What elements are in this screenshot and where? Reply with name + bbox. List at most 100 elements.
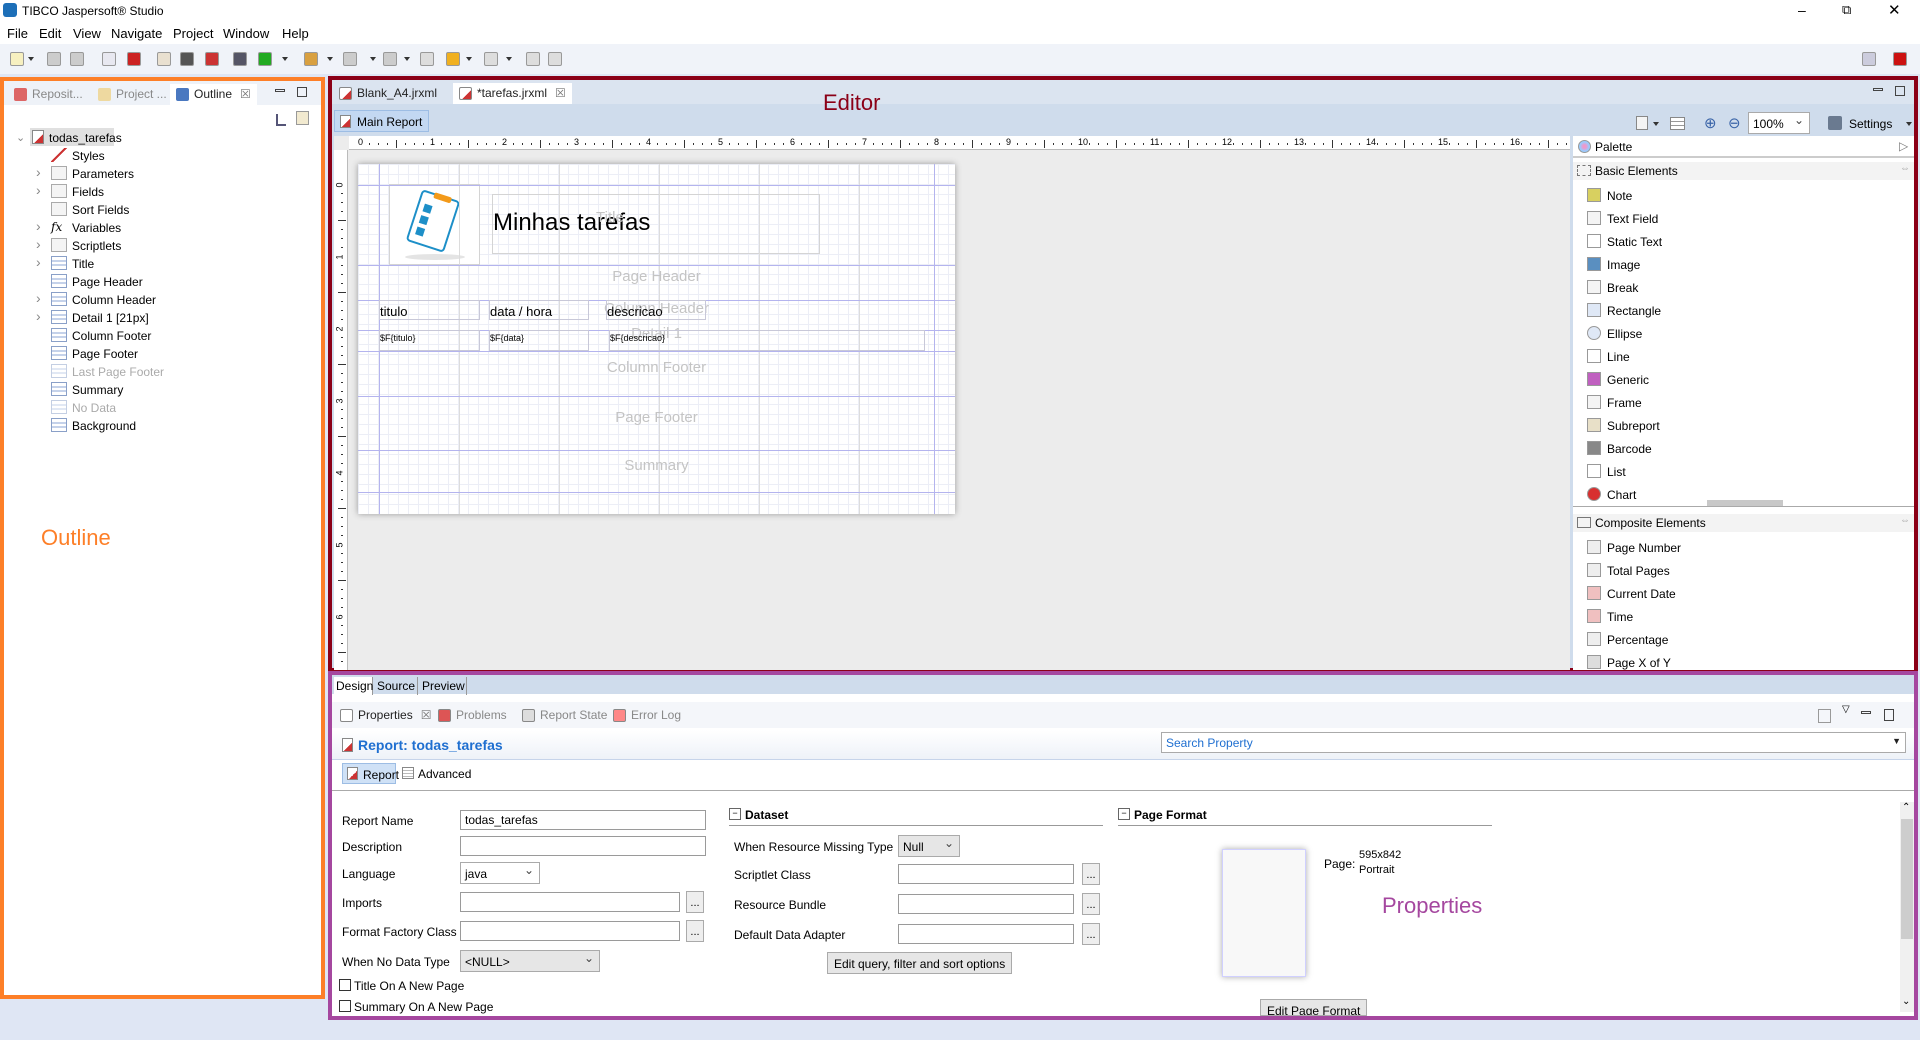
outline-tab-outline[interactable]: Outline ☒ xyxy=(170,84,257,105)
edit-query-button[interactable]: Edit query, filter and sort options xyxy=(827,952,1013,974)
imports-browse-button[interactable]: ... xyxy=(686,891,704,913)
imports-input[interactable] xyxy=(460,892,680,912)
palette-item-current-date[interactable]: Current Date xyxy=(1587,584,1887,604)
tree-item-column-footer[interactable]: Column Footer xyxy=(12,327,292,345)
menu-file[interactable]: File xyxy=(7,26,28,41)
collapse-all-icon[interactable] xyxy=(276,114,286,126)
next-annotation-icon[interactable] xyxy=(343,52,357,66)
main-report-tab[interactable]: Main Report xyxy=(334,110,430,132)
palette-collapse-icon[interactable]: ▷ xyxy=(1899,139,1908,153)
tree-item-sort-fields[interactable]: Sort Fields xyxy=(12,201,292,219)
close-tab-icon[interactable]: ☒ xyxy=(240,87,251,101)
data-adapter-input[interactable] xyxy=(898,924,1074,944)
editor-tab-blank-a4-jrxml[interactable]: Blank_A4.jrxml xyxy=(333,83,444,104)
tree-item-fields[interactable]: › Fields xyxy=(12,182,292,201)
back-nav-icon[interactable] xyxy=(446,52,460,66)
column-header-descricao[interactable]: descricao xyxy=(606,300,706,320)
outline-view-icon[interactable] xyxy=(296,111,309,125)
tree-item-detail-1-21px[interactable]: › Detail 1 [21px] xyxy=(12,308,292,327)
properties-tab-problems[interactable]: Problems xyxy=(432,705,513,726)
zoom-level-select[interactable]: 100% xyxy=(1748,112,1810,134)
chevron-right-icon[interactable]: › xyxy=(36,182,41,198)
tree-item-scriptlets[interactable]: › Scriptlets xyxy=(12,236,292,255)
palette-item-page-x-of-y[interactable]: Page X of Y xyxy=(1587,653,1887,673)
prev-annotation-icon[interactable] xyxy=(383,52,397,66)
menu-help[interactable]: Help xyxy=(282,26,309,41)
chevron-right-icon[interactable]: › xyxy=(36,218,41,234)
palette-item-rectangle[interactable]: Rectangle xyxy=(1587,301,1887,321)
new-report-icon[interactable] xyxy=(157,52,171,66)
preview-format-icon[interactable] xyxy=(1636,116,1648,130)
palette-item-barcode[interactable]: Barcode xyxy=(1587,439,1887,459)
chevron-down-icon[interactable]: ⌄ xyxy=(16,131,25,144)
tree-item-no-data[interactable]: No Data xyxy=(12,399,292,417)
tree-item-column-header[interactable]: › Column Header xyxy=(12,290,292,309)
chevron-right-icon[interactable]: › xyxy=(36,308,41,324)
palette-item-page-number[interactable]: Page Number xyxy=(1587,538,1887,558)
redo-icon[interactable] xyxy=(548,52,562,66)
edit-icon[interactable] xyxy=(205,52,219,66)
scriptlet-browse-button[interactable]: ... xyxy=(1082,863,1100,885)
close-window-button[interactable]: ✕ xyxy=(1888,1,1901,19)
detail-field-f-data[interactable]: $F{data} xyxy=(489,330,589,351)
mode-tab-design[interactable]: Design xyxy=(334,677,373,695)
tree-item-styles[interactable]: Styles xyxy=(12,147,292,165)
settings-icon[interactable] xyxy=(1828,116,1842,130)
zoom-in-icon[interactable]: ⊕ xyxy=(1704,114,1717,132)
save-icon[interactable] xyxy=(47,52,61,66)
palette-item-ellipse[interactable]: Ellipse xyxy=(1587,324,1887,344)
scroll-up-icon[interactable]: ⌃ xyxy=(1902,802,1910,813)
jaspersoft-perspective-icon[interactable] xyxy=(1893,52,1907,66)
minimize-panel-button[interactable] xyxy=(275,89,285,92)
new-icon[interactable] xyxy=(10,52,24,66)
maximize-panel-button[interactable] xyxy=(297,87,307,97)
palette-group-basic-elements[interactable]: Basic Elements ⇔ xyxy=(1573,162,1914,180)
chevron-right-icon[interactable]: › xyxy=(36,236,41,252)
mode-tab-preview[interactable]: Preview xyxy=(420,677,467,695)
palette-item-percentage[interactable]: Percentage xyxy=(1587,630,1887,650)
dropdown-arrow-icon[interactable] xyxy=(506,57,512,61)
tree-item-page-footer[interactable]: Page Footer xyxy=(12,345,292,363)
report-page[interactable]: Minhas tarefas Title Page Header Column He… xyxy=(358,164,955,514)
properties-tab-report-state[interactable]: Report State xyxy=(516,705,613,726)
design-canvas[interactable]: 0 1 2 3 4 5 6 7 8 9 10 11 12 13 14 15 16 0123456 Minhas … xyxy=(334,136,1570,670)
column-header-data-hora[interactable]: data / hora xyxy=(489,300,589,320)
palette-item-break[interactable]: Break xyxy=(1587,278,1887,298)
mode-tab-source[interactable]: Source xyxy=(375,677,418,695)
tree-item-last-page-footer[interactable]: Last Page Footer xyxy=(12,363,292,381)
chevron-right-icon[interactable]: › xyxy=(36,164,41,180)
zoom-out-icon[interactable]: ⊖ xyxy=(1728,114,1741,132)
palette-group-composite-elements[interactable]: Composite Elements ⇔ xyxy=(1573,514,1914,532)
dropdown-arrow-icon[interactable] xyxy=(1653,122,1659,126)
menu-view[interactable]: View xyxy=(73,26,101,41)
resource-missing-select[interactable]: Null xyxy=(898,835,960,857)
report-logo-image[interactable] xyxy=(389,184,480,265)
resource-bundle-browse-button[interactable]: ... xyxy=(1082,893,1100,915)
tree-root[interactable]: ⌄ todas_tarefas xyxy=(12,128,132,147)
format-factory-input[interactable] xyxy=(460,921,680,941)
settings-button[interactable]: Settings xyxy=(1849,117,1892,131)
report-subtab[interactable]: Report xyxy=(342,763,399,784)
scroll-down-icon[interactable]: ⌄ xyxy=(1902,996,1910,1007)
band-layout-icon[interactable] xyxy=(1670,117,1685,130)
palette-item-total-pages[interactable]: Total Pages xyxy=(1587,561,1887,581)
data-adapter-browse-button[interactable]: ... xyxy=(1082,923,1100,945)
report-name-input[interactable] xyxy=(460,810,706,830)
chevron-right-icon[interactable]: › xyxy=(36,254,41,270)
pen-icon[interactable] xyxy=(304,52,318,66)
detail-field-f-titulo[interactable]: $F{titulo} xyxy=(379,330,480,351)
menu-project[interactable]: Project xyxy=(173,26,213,41)
menu-navigate[interactable]: Navigate xyxy=(111,26,162,41)
tree-item-page-header[interactable]: Page Header xyxy=(12,273,292,291)
palette-item-static-text[interactable]: Static Text xyxy=(1587,232,1887,252)
close-tab-icon[interactable]: ☒ xyxy=(421,708,432,722)
new-adapter-icon[interactable] xyxy=(180,52,194,66)
dropdown-arrow-icon[interactable] xyxy=(466,57,472,61)
save-all-icon[interactable] xyxy=(70,52,84,66)
forward-icon[interactable] xyxy=(484,52,498,66)
run-icon[interactable] xyxy=(258,52,272,66)
dropdown-arrow-icon[interactable] xyxy=(327,57,333,61)
palette-item-image[interactable]: Image xyxy=(1587,255,1887,275)
advanced-subtab[interactable]: Advanced xyxy=(400,763,480,784)
resource-bundle-input[interactable] xyxy=(898,894,1074,914)
